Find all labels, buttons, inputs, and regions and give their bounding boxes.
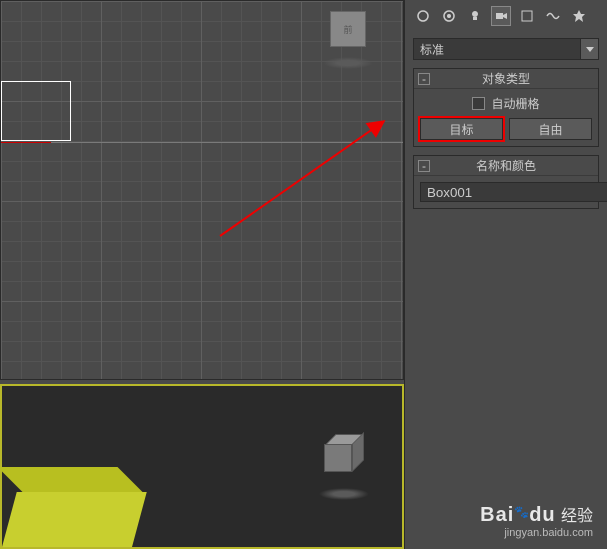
box-top-face[interactable] — [0, 467, 143, 492]
object-type-rollout: - 对象类型 自动栅格 目标 自由 — [413, 68, 599, 147]
object-type-title: 对象类型 — [482, 70, 530, 87]
name-color-body — [414, 176, 598, 208]
dropdown-arrow-icon[interactable] — [581, 38, 599, 60]
free-button[interactable]: 自由 — [509, 118, 592, 140]
cameras-icon[interactable] — [491, 6, 511, 26]
object-name-input[interactable] — [420, 182, 607, 202]
name-color-rollout: - 名称和颜色 — [413, 155, 599, 209]
object-type-body: 自动栅格 目标 自由 — [414, 89, 598, 146]
spacewarp-icon[interactable] — [543, 6, 563, 26]
viewcube-3d[interactable] — [324, 436, 364, 476]
auto-grid-label: 自动栅格 — [491, 95, 539, 112]
viewcube-perspective[interactable] — [316, 436, 372, 492]
object-type-header[interactable]: - 对象类型 — [414, 69, 598, 89]
viewport-top[interactable]: 前 — [0, 0, 404, 380]
collapse-icon[interactable]: - — [418, 160, 430, 172]
command-panel: 标准 - 对象类型 自动栅格 目标 自由 - 名称和颜色 — [404, 0, 607, 549]
lights-icon[interactable] — [465, 6, 485, 26]
viewport-area: 前 — [0, 0, 404, 549]
axis-x-negative — [1, 142, 51, 143]
cube-front-face[interactable] — [324, 444, 352, 472]
auto-grid-checkbox[interactable] — [472, 97, 485, 110]
viewport-perspective[interactable] — [0, 384, 404, 549]
collapse-icon[interactable]: - — [418, 73, 430, 85]
systems-icon[interactable] — [569, 6, 589, 26]
camera-type-buttons: 目标 自由 — [420, 118, 592, 140]
viewcube-face[interactable]: 前 — [330, 11, 366, 47]
box-front-face[interactable] — [2, 492, 147, 547]
geometry-icon[interactable] — [413, 6, 433, 26]
auto-grid-row: 自动栅格 — [420, 95, 592, 112]
shapes-icon[interactable] — [439, 6, 459, 26]
helpers-icon[interactable] — [517, 6, 537, 26]
name-color-title: 名称和颜色 — [476, 157, 536, 174]
target-button[interactable]: 目标 — [420, 118, 503, 140]
viewcube-top[interactable]: 前 — [323, 11, 373, 61]
subcategory-dropdown[interactable]: 标准 — [413, 38, 599, 60]
viewcube-base — [319, 488, 369, 500]
dropdown-value: 标准 — [413, 38, 581, 60]
axis-horizontal — [1, 142, 403, 143]
create-category-row — [405, 0, 607, 32]
name-color-header[interactable]: - 名称和颜色 — [414, 156, 598, 176]
viewcube-base — [323, 57, 373, 69]
selected-object-outline[interactable] — [1, 81, 71, 141]
